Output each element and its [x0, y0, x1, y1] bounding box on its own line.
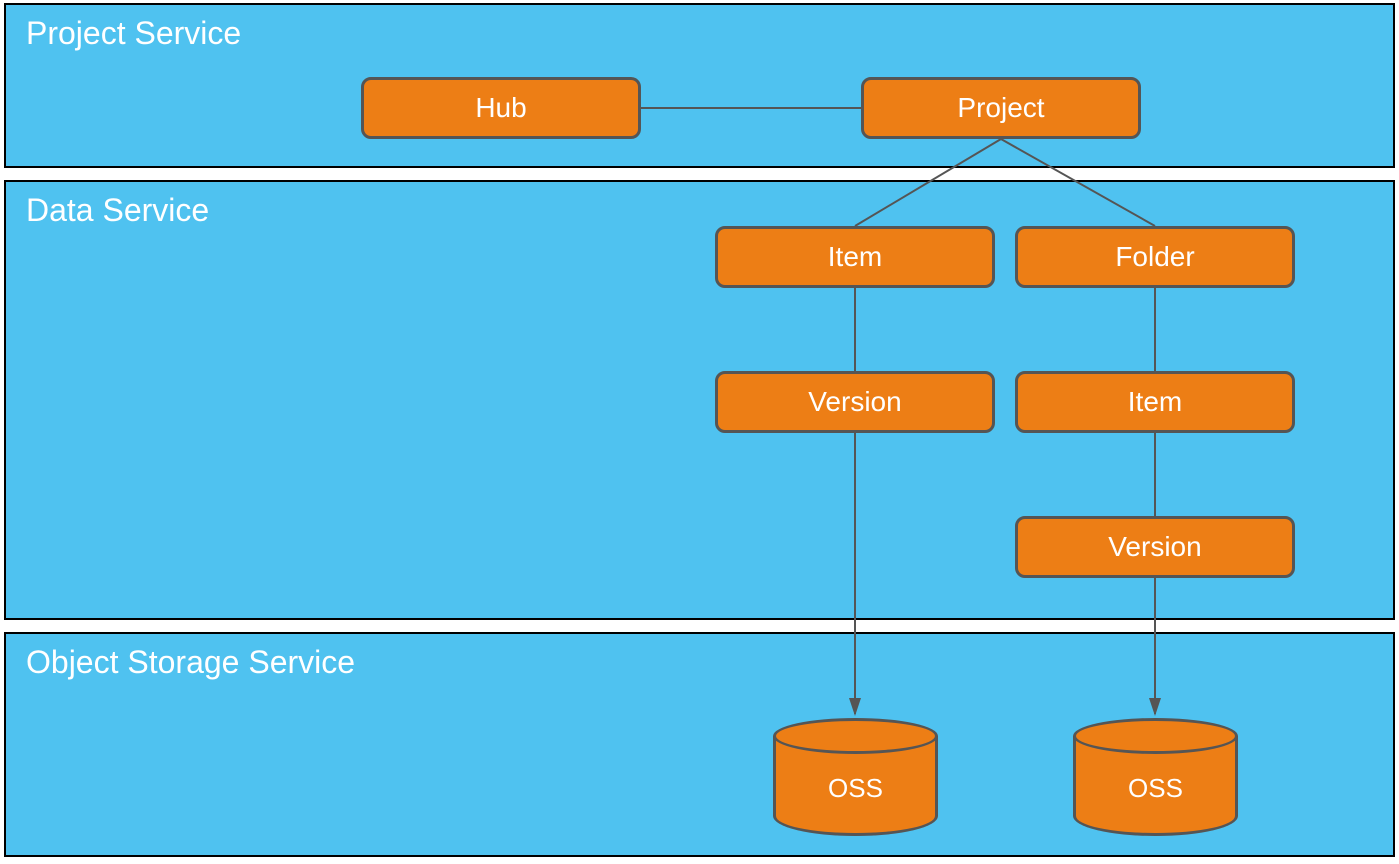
section-title-object-storage-service: Object Storage Service	[26, 644, 355, 681]
node-folder: Folder	[1015, 226, 1295, 288]
node-project: Project	[861, 77, 1141, 139]
node-item1-label: Item	[828, 241, 882, 273]
node-version2: Version	[1015, 516, 1295, 578]
node-version1-label: Version	[808, 386, 901, 418]
node-project-label: Project	[957, 92, 1044, 124]
node-item1: Item	[715, 226, 995, 288]
node-hub: Hub	[361, 77, 641, 139]
section-title-project-service: Project Service	[26, 15, 241, 52]
node-version2-label: Version	[1108, 531, 1201, 563]
node-oss2: OSS	[1073, 718, 1238, 838]
node-item2: Item	[1015, 371, 1295, 433]
section-project-service: Project Service	[4, 3, 1395, 168]
node-folder-label: Folder	[1115, 241, 1194, 273]
node-oss1: OSS	[773, 718, 938, 838]
section-title-data-service: Data Service	[26, 192, 209, 229]
node-oss1-label: OSS	[773, 773, 938, 804]
node-version1: Version	[715, 371, 995, 433]
node-oss2-label: OSS	[1073, 773, 1238, 804]
node-hub-label: Hub	[475, 92, 526, 124]
node-item2-label: Item	[1128, 386, 1182, 418]
